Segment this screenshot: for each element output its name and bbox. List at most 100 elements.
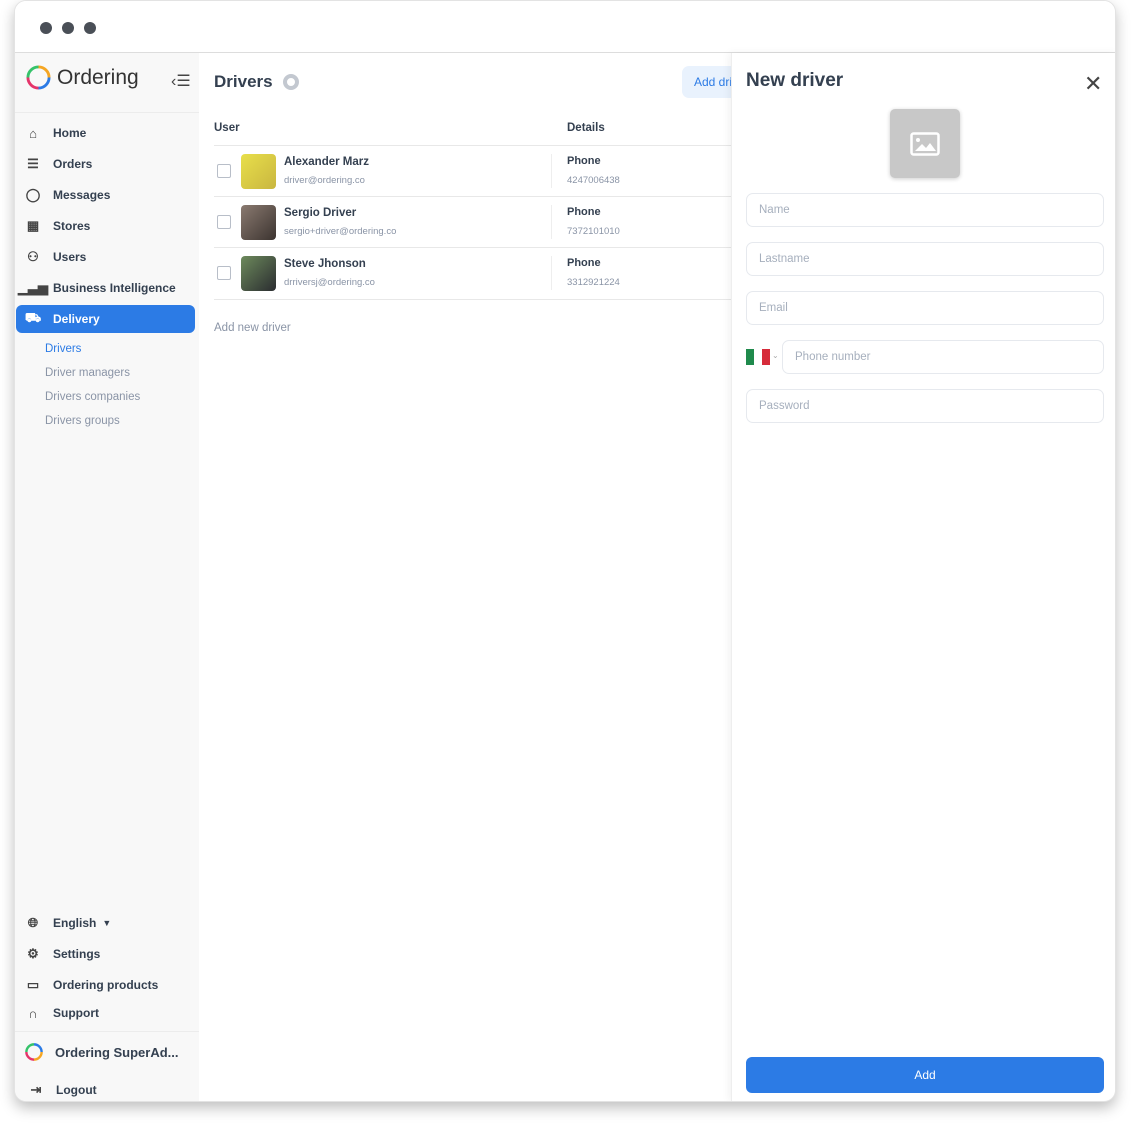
subitem-drivers-companies[interactable]: Drivers companies: [15, 385, 199, 409]
divider: [15, 112, 199, 113]
drawer-title: New driver: [746, 70, 844, 91]
table-row[interactable]: Alexander Marz driver@ordering.co Phone …: [214, 145, 732, 196]
ordering-logo-icon: [26, 65, 51, 90]
logout-label: Logout: [56, 1083, 97, 1097]
account-name: Ordering SuperAd...: [55, 1044, 179, 1060]
sidebar-item-home[interactable]: ⌂ Home: [16, 119, 195, 147]
sidebar-item-label: Business Intelligence: [53, 281, 176, 295]
divider: [551, 256, 552, 290]
close-window-dot[interactable]: [40, 22, 52, 34]
account-menu[interactable]: Ordering SuperAd...: [16, 1038, 196, 1066]
close-icon[interactable]: ✕: [1084, 71, 1102, 97]
password-input[interactable]: Password: [746, 389, 1104, 423]
phone-value: 7372101010: [567, 226, 620, 237]
phone-label: Phone: [567, 206, 601, 218]
main-nav: ⌂ Home ☰ Orders ◯ Messages ▦ Stores ⚇ Users ▁…: [15, 119, 199, 433]
sidebar-item-support[interactable]: ∩ Support: [16, 999, 195, 1027]
add-new-driver-link[interactable]: Add new driver: [214, 322, 291, 334]
email-input[interactable]: Email: [746, 291, 1104, 325]
gear-icon: ⚙: [27, 946, 39, 961]
phone-label: Phone: [567, 155, 601, 167]
chevron-down-icon[interactable]: ⌄: [772, 351, 779, 360]
sidebar-item-label: Ordering products: [53, 978, 159, 992]
sidebar-item-label: Settings: [53, 947, 101, 961]
subitem-drivers[interactable]: Drivers: [15, 337, 199, 361]
language-label: English: [53, 916, 97, 930]
bottom-nav: 🌐︎ English ▼ ⚙ Settings ▭ Ordering products …: [15, 909, 199, 1027]
page-title: Drivers: [214, 72, 273, 91]
avatar: [241, 154, 276, 189]
language-selector[interactable]: 🌐︎ English ▼: [16, 909, 195, 937]
minimize-window-dot[interactable]: [62, 22, 74, 34]
account-logo-icon: [25, 1043, 43, 1061]
sidebar-item-label: Stores: [53, 219, 91, 233]
home-icon: ⌂: [29, 125, 37, 141]
column-header-user: User: [214, 122, 240, 134]
avatar: [241, 205, 276, 240]
driver-email: driver@ordering.co: [284, 175, 365, 186]
logout-icon: ⇥: [30, 1082, 42, 1097]
phone-number-input[interactable]: Phone number: [782, 340, 1104, 374]
chat-icon: ◯: [25, 187, 41, 202]
users-icon: ⚇: [27, 249, 39, 264]
row-checkbox[interactable]: [217, 164, 231, 178]
sidebar-item-users[interactable]: ⚇ Users: [16, 243, 195, 271]
driver-email: drriversj@ordering.co: [284, 277, 375, 288]
name-input[interactable]: Name: [746, 193, 1104, 227]
phone-label: Phone: [567, 257, 601, 269]
photo-upload[interactable]: [890, 109, 960, 178]
new-driver-drawer: New driver ✕ Name Lastname Email ⌄ Phone…: [731, 53, 1115, 1101]
table-row[interactable]: Steve Jhonson drriversj@ordering.co Phon…: [214, 247, 732, 300]
sidebar: Ordering ‹☰ ⌂ Home ☰ Orders ◯ Messages ▦ Sto…: [15, 53, 199, 1101]
sidebar-item-label: Orders: [53, 157, 93, 171]
driver-name: Steve Jhonson: [284, 258, 366, 270]
row-checkbox[interactable]: [217, 266, 231, 280]
sidebar-item-label: Messages: [53, 188, 111, 202]
divider: [551, 154, 552, 188]
add-button[interactable]: Add: [746, 1057, 1104, 1093]
app-window: Ordering ‹☰ ⌂ Home ☰ Orders ◯ Messages ▦ Sto…: [14, 0, 1116, 1102]
bar-chart-icon: ▁▃▅: [18, 280, 48, 295]
truck-icon: ⛟: [24, 310, 42, 325]
driver-name: Sergio Driver: [284, 207, 357, 219]
phone-value: 3312921224: [567, 277, 620, 288]
headset-icon: ∩: [28, 1005, 38, 1021]
sidebar-item-label: Support: [53, 1006, 99, 1020]
divider: [15, 1031, 199, 1032]
driver-name: Alexander Marz: [284, 156, 370, 168]
brand-name: Ordering: [57, 65, 139, 89]
avatar: [241, 256, 276, 291]
sidebar-item-settings[interactable]: ⚙ Settings: [16, 940, 195, 968]
image-icon: [910, 131, 940, 156]
maximize-window-dot[interactable]: [84, 22, 96, 34]
help-lifebuoy-icon[interactable]: [282, 74, 299, 90]
lastname-input[interactable]: Lastname: [746, 242, 1104, 276]
brand-logo[interactable]: Ordering: [26, 65, 139, 90]
sidebar-item-delivery[interactable]: ⛟ Delivery: [16, 305, 195, 333]
driver-email: sergio+driver@ordering.co: [284, 226, 397, 237]
title-bar: [15, 1, 1115, 53]
globe-icon: 🌐︎: [27, 915, 39, 930]
sidebar-item-business-intelligence[interactable]: ▁▃▅ Business Intelligence: [16, 274, 195, 302]
logout-button[interactable]: ⇥ Logout: [16, 1076, 196, 1101]
sidebar-item-orders[interactable]: ☰ Orders: [16, 150, 195, 178]
caret-down-icon: ▼: [102, 918, 112, 928]
page-header: Drivers: [214, 72, 299, 92]
sidebar-item-label: Home: [53, 126, 87, 140]
country-code-selector[interactable]: [746, 349, 770, 365]
sidebar-item-label: Users: [53, 250, 87, 264]
table-row[interactable]: Sergio Driver sergio+driver@ordering.co …: [214, 196, 732, 247]
store-icon: ▦: [26, 218, 40, 233]
list-icon: ☰: [27, 156, 39, 171]
phone-value: 4247006438: [567, 175, 620, 186]
row-checkbox[interactable]: [217, 215, 231, 229]
browser-icon: ▭: [26, 977, 40, 992]
sidebar-item-messages[interactable]: ◯ Messages: [16, 181, 195, 209]
collapse-sidebar-icon[interactable]: ‹☰: [171, 71, 191, 91]
divider: [551, 205, 552, 239]
sidebar-item-stores[interactable]: ▦ Stores: [16, 212, 195, 240]
subitem-driver-managers[interactable]: Driver managers: [15, 361, 199, 385]
subitem-drivers-groups[interactable]: Drivers groups: [15, 409, 199, 433]
sidebar-item-label: Delivery: [53, 312, 100, 326]
sidebar-item-ordering-products[interactable]: ▭ Ordering products: [16, 971, 195, 999]
